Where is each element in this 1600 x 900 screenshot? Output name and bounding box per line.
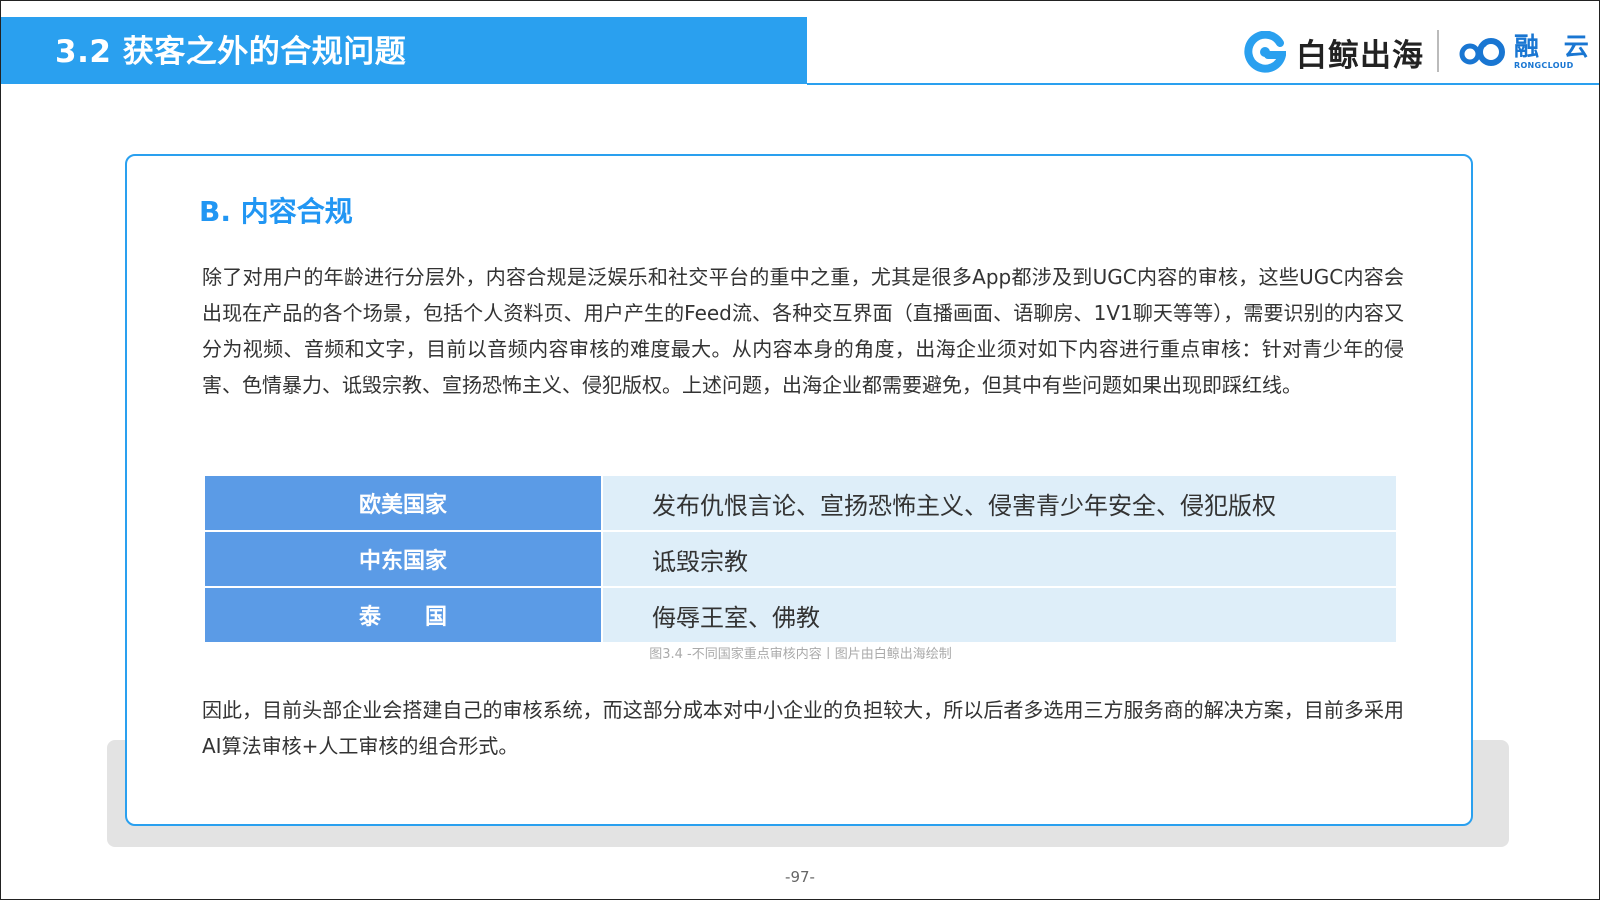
section-title: B. 内容合规: [199, 195, 353, 228]
content-cell: 侮辱王室、佛教: [603, 588, 1396, 642]
table-row: 中东国家 诋毁宗教: [205, 532, 1396, 586]
table-row: 泰 国 侮辱王室、佛教: [205, 588, 1396, 642]
intro-paragraph: 除了对用户的年龄进行分层外，内容合规是泛娱乐和社交平台的重中之重，尤其是很多Ap…: [202, 265, 1404, 397]
region-cell: 泰 国: [205, 588, 601, 642]
page-title: 3.2 获客之外的合规问题: [55, 34, 407, 70]
table-caption: 图3.4 -不同国家重点审核内容丨图片由白鲸出海绘制: [649, 647, 952, 662]
conclusion-paragraph: 因此，目前头部企业会搭建自己的审核系统，而这部分成本对中小企业的负担较大，所以后…: [202, 698, 1404, 758]
region-cell: 欧美国家: [205, 476, 601, 530]
baijing-logo-icon: [1244, 30, 1287, 73]
header-divider-line: [807, 83, 1599, 85]
rongcloud-name-en: RONGCLOUD: [1514, 61, 1574, 70]
table-row: 欧美国家 发布仇恨言论、宣扬恐怖主义、侵害青少年安全、侵犯版权: [205, 476, 1396, 530]
brand-divider: [1437, 30, 1439, 72]
region-cell: 中东国家: [205, 532, 601, 586]
content-cell: 诋毁宗教: [603, 532, 1396, 586]
brand-logo-rongcloud: 融 云 RONGCLOUD: [1458, 30, 1597, 74]
rongcloud-name-cn: 融 云: [1514, 32, 1597, 61]
brand-logo-baijing: 白鲸出海: [1244, 27, 1424, 77]
rongcloud-logo-icon: [1458, 38, 1508, 66]
page-number: -97-: [785, 868, 815, 886]
content-cell: 发布仇恨言论、宣扬恐怖主义、侵害青少年安全、侵犯版权: [603, 476, 1396, 530]
review-content-table: 欧美国家 发布仇恨言论、宣扬恐怖主义、侵害青少年安全、侵犯版权 中东国家 诋毁宗…: [205, 476, 1396, 644]
brand-name: 白鲸出海: [1296, 37, 1424, 74]
